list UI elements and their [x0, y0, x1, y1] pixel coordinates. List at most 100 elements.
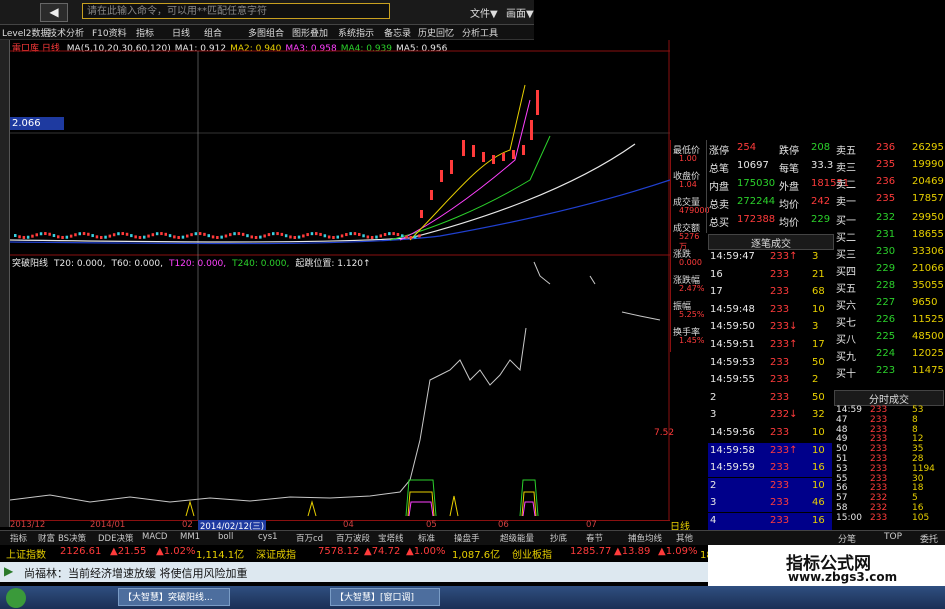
- minute-trades-header[interactable]: 分时成交: [834, 390, 944, 406]
- side-tab[interactable]: [0, 206, 9, 250]
- candle: [168, 234, 172, 238]
- toolbar-item[interactable]: 分析工具: [462, 26, 498, 39]
- trade-price: 233: [770, 374, 790, 386]
- tick-time: 56: [836, 483, 848, 494]
- indicator-tab[interactable]: cys1: [258, 532, 278, 542]
- trade-price: 233: [770, 479, 790, 491]
- trade-price: 233↑: [770, 339, 798, 350]
- candle: [502, 153, 505, 161]
- indicator-tabs: 指标 财富 BS决策 DDE决策 MACD MM1 boll cys1 百万cd 百万波段 宝塔线 标…: [0, 530, 708, 545]
- toolbar-item[interactable]: 历史回忆: [418, 26, 454, 39]
- index-ticker-item: 上证指数: [6, 550, 46, 561]
- indicator-tab[interactable]: 标准: [418, 532, 435, 544]
- toolbar-item[interactable]: 组合: [204, 26, 222, 39]
- indicator-tab[interactable]: 操盘手: [454, 532, 480, 544]
- trade-volume: 32: [812, 409, 825, 421]
- indicator-tab[interactable]: MM1: [180, 532, 200, 542]
- candle: [48, 232, 51, 236]
- candle: [405, 235, 408, 239]
- tick-volume: 8: [912, 414, 918, 425]
- indicator-tab[interactable]: 春节: [586, 532, 603, 544]
- candle: [91, 234, 94, 238]
- side-tab[interactable]: [0, 44, 9, 88]
- indicator-tab[interactable]: 百万波段: [336, 532, 370, 544]
- candle: [22, 235, 26, 239]
- left-side-tabs[interactable]: [0, 40, 10, 527]
- tick-volume: 1194: [912, 463, 935, 474]
- candle: [349, 232, 352, 236]
- toolbar-item[interactable]: F10资料: [92, 26, 127, 39]
- candle: [430, 190, 433, 200]
- side-tab[interactable]: [0, 314, 9, 358]
- candle: [164, 232, 167, 236]
- side-tab[interactable]: [0, 476, 9, 520]
- toolbar-item[interactable]: 多图组合: [248, 26, 284, 39]
- taskbar-item-0[interactable]: 【大智慧】突破阳线...: [118, 588, 230, 606]
- news-ticker[interactable]: ▶ 尚福林：当前经济增速放缓 将使信用风险加重: [0, 562, 710, 582]
- candle: [462, 140, 465, 156]
- indicator-tab[interactable]: 抄底: [550, 532, 567, 544]
- taskbar-item-1[interactable]: 【大智慧】[窗口调]: [330, 588, 440, 606]
- indicator-tab[interactable]: 捕鱼均线: [628, 532, 662, 544]
- side-tab[interactable]: [0, 422, 9, 466]
- back-arrow-icon[interactable]: ◀: [40, 3, 68, 22]
- indicator-tab[interactable]: boll: [218, 532, 233, 542]
- candle: [211, 235, 215, 239]
- tick-volume: 30: [912, 473, 924, 484]
- toolbar-item[interactable]: 指标: [136, 26, 154, 39]
- indicator-tab[interactable]: 指标: [10, 532, 27, 544]
- indicator-tab[interactable]: MACD: [142, 532, 167, 542]
- candle: [52, 234, 56, 238]
- candle: [26, 235, 30, 239]
- tick-price: 233: [870, 444, 888, 455]
- file-menu[interactable]: 文件▼: [470, 5, 498, 20]
- orderbook-price: 225: [876, 331, 896, 342]
- toolbar-item[interactable]: 系统指示: [338, 26, 374, 39]
- indicator-tab[interactable]: 超级能量: [500, 532, 534, 544]
- toolbar-item[interactable]: 技术分析: [48, 26, 84, 39]
- indicator-tab[interactable]: 财富: [38, 532, 55, 544]
- side-tab[interactable]: [0, 260, 9, 304]
- indicator-tab[interactable]: BS决策: [58, 532, 86, 544]
- trades-header[interactable]: 逐笔成交: [708, 234, 834, 250]
- candle: [345, 233, 348, 237]
- indicator-tab[interactable]: DDE决策: [98, 532, 133, 544]
- candle: [276, 232, 279, 236]
- side-tab[interactable]: [0, 98, 9, 142]
- toolbar-item[interactable]: 日线: [172, 26, 190, 39]
- trade-row: 3 233 46: [708, 495, 832, 513]
- side-tab[interactable]: [0, 152, 9, 196]
- candle: [362, 234, 365, 238]
- candle: [39, 232, 43, 236]
- candle: [14, 234, 17, 237]
- index-ticker-item: ▲1.02%: [156, 546, 196, 557]
- command-input[interactable]: 请在此输入命令，可以用**匹配任意字符: [82, 3, 390, 19]
- stat-label: 涨停: [709, 146, 729, 157]
- candle: [327, 235, 331, 239]
- tick-volume: 35: [912, 444, 924, 455]
- candle: [147, 234, 150, 238]
- orderbook-level: 买九: [836, 352, 856, 363]
- right-tab[interactable]: 委托: [920, 532, 938, 545]
- trade-price: 233: [770, 515, 790, 526]
- candle: [87, 232, 90, 236]
- kline-chart[interactable]: 雷口库 日线 MA(5,10,20,30,60,120) MA1: 0.912 MA…: [10, 40, 674, 520]
- right-tab[interactable]: TOP: [884, 532, 902, 542]
- orderbook-price: 227: [876, 297, 896, 308]
- stat-value: 33.3: [811, 160, 834, 171]
- toolbar-item[interactable]: Level2数据: [2, 26, 49, 39]
- right-tab[interactable]: 分笔: [838, 532, 856, 545]
- indicator-tab[interactable]: 百万cd: [296, 532, 323, 544]
- orderbook-price: 230: [876, 246, 896, 257]
- side-tab[interactable]: [0, 368, 9, 412]
- toolbar-item[interactable]: 备忘录: [384, 26, 411, 39]
- indicator-tab[interactable]: 宝塔线: [378, 532, 404, 544]
- toolbar-item[interactable]: 图形叠加: [292, 26, 328, 39]
- candle: [160, 232, 163, 236]
- trade-price: 233↓: [770, 321, 798, 333]
- view-menu[interactable]: 画面▼: [506, 5, 534, 20]
- start-icon[interactable]: [6, 588, 26, 608]
- tick-time: 48: [836, 424, 848, 435]
- candle: [78, 232, 81, 236]
- indicator-tab[interactable]: 其他: [676, 532, 693, 544]
